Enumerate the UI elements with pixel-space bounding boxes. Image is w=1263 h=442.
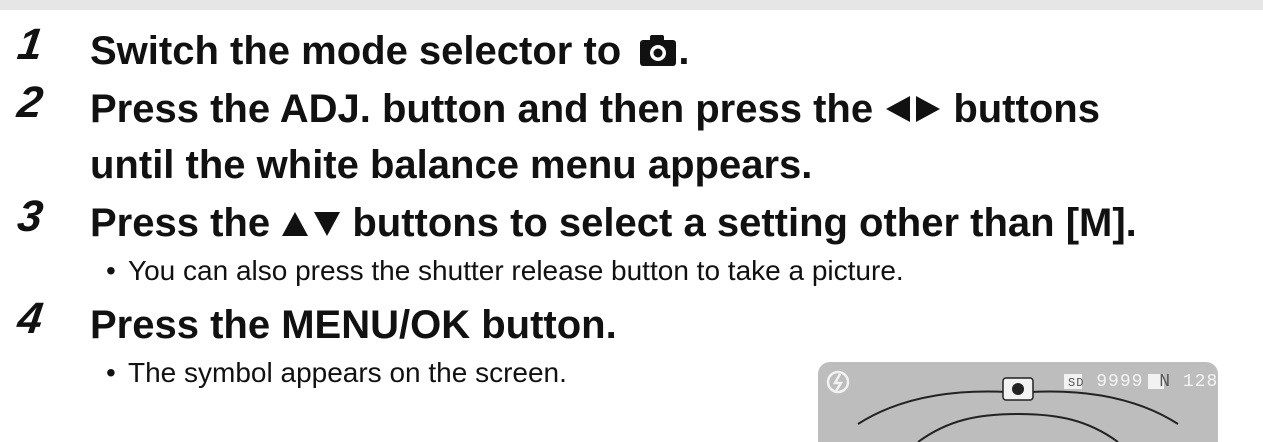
up-down-arrows-icon [281,198,341,252]
mode-camera-icon [1002,377,1034,401]
camera-mode-icon [638,28,678,82]
step-number: 2 [14,78,46,127]
camera-screen-image: SD 9999 N 1280 [818,362,1218,442]
step-text: Press the MENU/OK button. [90,303,617,347]
step-text: Switch the mode selector to . [90,24,689,82]
step-number: 4 [14,294,46,343]
step-number: 3 [14,192,46,241]
step-text: Press the buttons to select a setting ot… [90,196,1137,252]
top-rule [0,0,1263,10]
step-3-note: • You can also press the shutter release … [106,255,904,286]
screen-readout: SD 9999 N 1280 [1068,372,1218,392]
step-text: Press the ADJ. button and then press the… [90,82,1100,192]
step-4-note: • The symbol appears on the screen. [106,357,567,388]
flash-icon [826,370,850,394]
left-right-arrows-icon [884,84,942,138]
step-number: 1 [14,20,46,69]
